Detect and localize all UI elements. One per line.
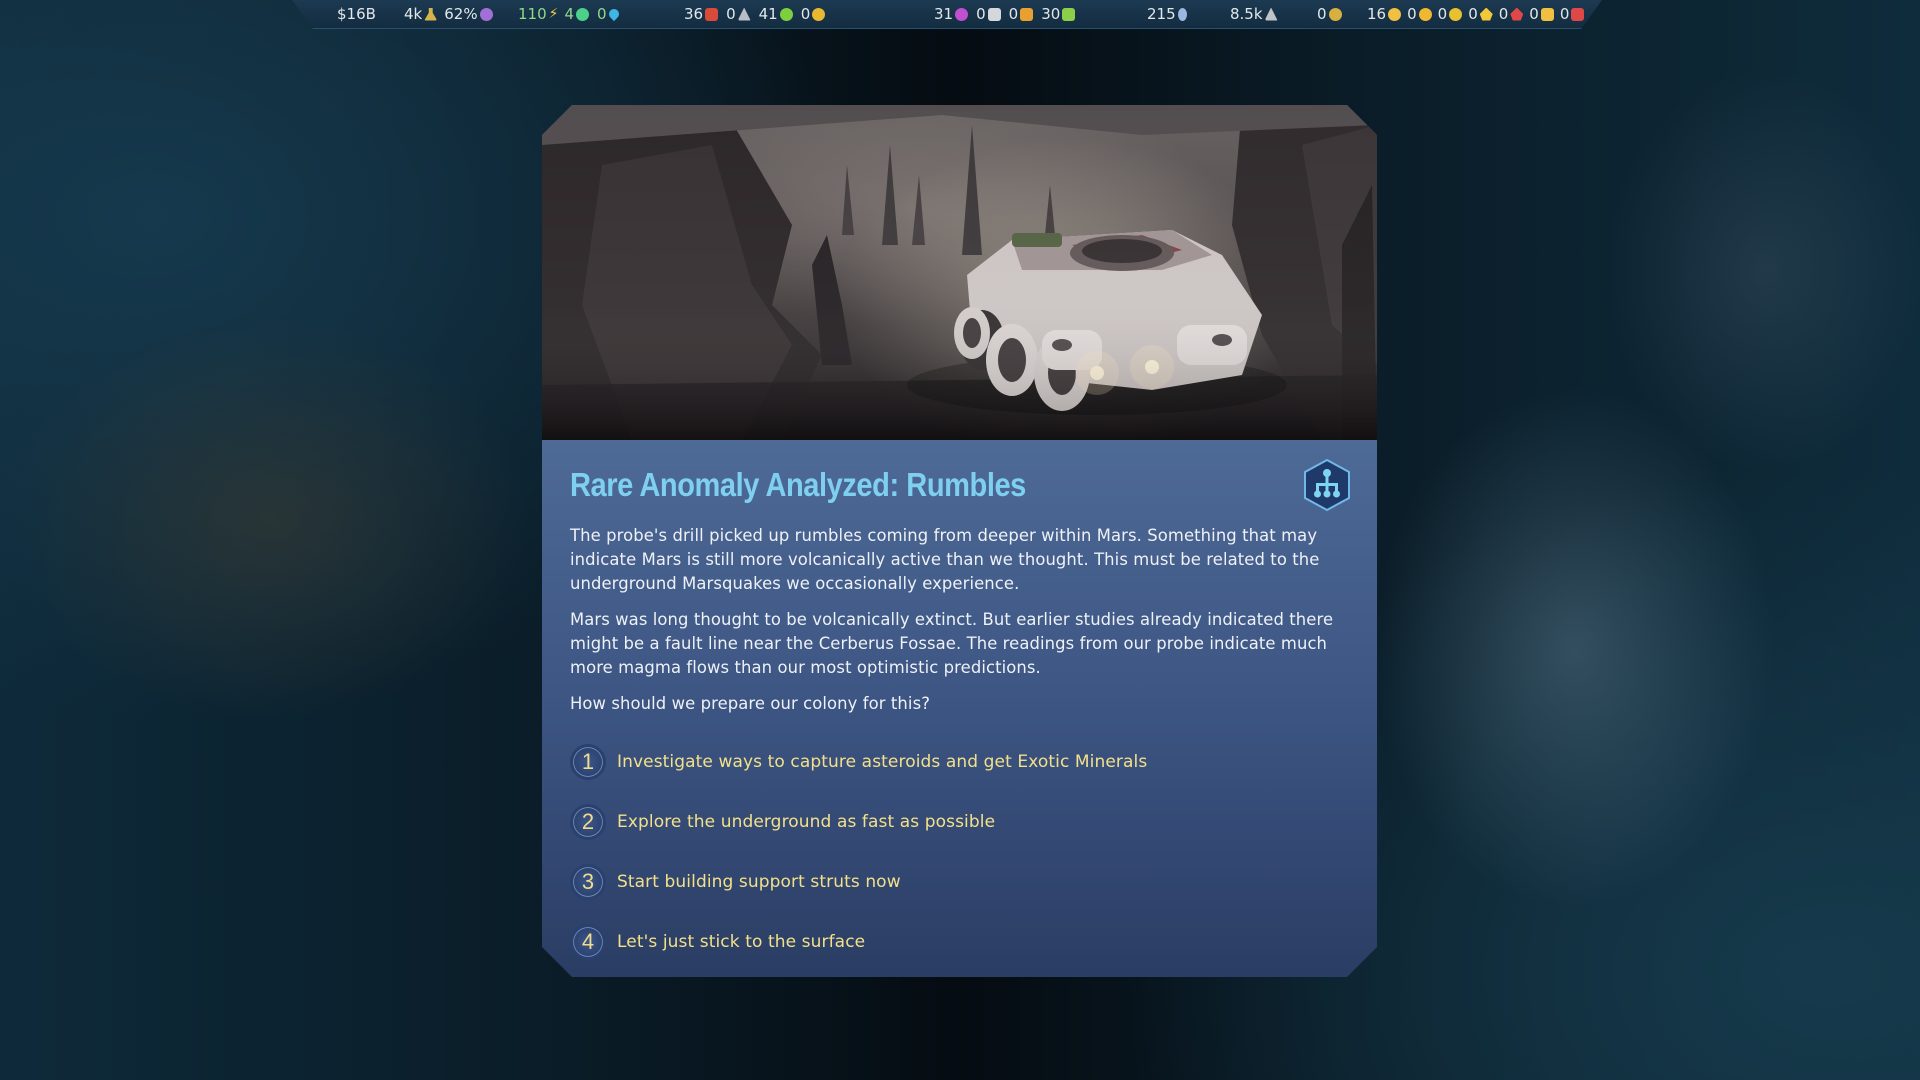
rover-illustration bbox=[542, 105, 1377, 440]
choice-label: Let's just stick to the surface bbox=[617, 932, 866, 952]
research-counter[interactable]: 4k 62% bbox=[404, 5, 493, 23]
electronics-value: 0 bbox=[1008, 5, 1019, 23]
water-value: 0 bbox=[597, 5, 607, 23]
choice-option-2[interactable]: 2 Explore the underground as fast as pos… bbox=[570, 802, 1349, 842]
drones-counter[interactable]: 8.5k bbox=[1230, 5, 1278, 23]
oxygen-icon bbox=[576, 7, 590, 21]
concrete-icon bbox=[705, 7, 719, 21]
seniors-value: 0 bbox=[1498, 5, 1509, 23]
exotic-minerals-value: 0 bbox=[1317, 5, 1327, 23]
oxygen-value: 4 bbox=[564, 5, 575, 23]
choice-label: Investigate ways to capture asteroids an… bbox=[617, 752, 1148, 772]
polymers-value: 31 bbox=[934, 5, 954, 23]
drones-value: 8.5k bbox=[1230, 5, 1263, 23]
choice-number: 1 bbox=[570, 744, 606, 780]
materials-counter-2[interactable]: 31 0 0 30 bbox=[934, 5, 1076, 23]
research-percent: 62% bbox=[444, 5, 478, 23]
choice-label: Start building support struts now bbox=[617, 872, 901, 892]
rare-metals-value: 0 bbox=[800, 5, 811, 23]
food-icon bbox=[779, 7, 793, 21]
anomaly-dialog: Rare Anomaly Analyzed: Rumbles The probe… bbox=[542, 105, 1377, 977]
choice-number: 2 bbox=[570, 804, 606, 840]
choice-number: 3 bbox=[570, 864, 606, 900]
rare-metals-icon bbox=[812, 7, 826, 21]
children-extra-value: 0 bbox=[1559, 5, 1570, 23]
homeless-icon bbox=[1449, 7, 1463, 21]
seed-icon bbox=[1177, 7, 1187, 21]
funding-counter[interactable]: $16B bbox=[337, 5, 376, 23]
flask-icon bbox=[424, 7, 438, 21]
dialog-content: Rare Anomaly Analyzed: Rumbles The probe… bbox=[542, 440, 1377, 982]
power-counter[interactable]: 110 ⚡ 4 0 bbox=[518, 5, 621, 23]
colonist-face-icon bbox=[1388, 7, 1402, 21]
research-value: 4k bbox=[404, 5, 423, 23]
power-value: 110 bbox=[518, 5, 547, 23]
title-row: Rare Anomaly Analyzed: Rumbles bbox=[570, 458, 1349, 512]
dialog-question: How should we prepare our colony for thi… bbox=[570, 694, 931, 713]
electronics-icon bbox=[1020, 7, 1034, 21]
metals-value: 0 bbox=[726, 5, 736, 23]
materials-counter-1[interactable]: 36 0 41 0 bbox=[684, 5, 826, 23]
food-value: 41 bbox=[758, 5, 778, 23]
rover-scene-art bbox=[542, 105, 1377, 440]
unemployed-icon bbox=[1418, 7, 1432, 21]
concrete-value: 36 bbox=[684, 5, 704, 23]
choice-option-1[interactable]: 1 Investigate ways to capture asteroids … bbox=[570, 742, 1349, 782]
fuel-value: 30 bbox=[1041, 5, 1061, 23]
tech-tree-icon[interactable] bbox=[1302, 458, 1352, 512]
exotic-minerals-counter[interactable]: 0 bbox=[1317, 5, 1342, 23]
choice-option-3[interactable]: 3 Start building support struts now bbox=[570, 862, 1349, 902]
choice-option-4[interactable]: 4 Let's just stick to the surface bbox=[570, 922, 1349, 962]
funding-value: $16B bbox=[337, 5, 376, 23]
tourist-icon bbox=[1479, 7, 1493, 21]
colonists-value: 16 bbox=[1367, 5, 1387, 23]
gear-icon bbox=[479, 7, 493, 21]
lightning-icon: ⚡ bbox=[548, 6, 559, 22]
body-paragraph-1: The probe's drill picked up rumbles comi… bbox=[570, 526, 1320, 593]
colonists-counter[interactable]: 16 0 0 0 0 0 0 bbox=[1367, 5, 1585, 23]
water-drop-icon bbox=[606, 6, 621, 22]
choice-label: Explore the underground as fast as possi… bbox=[617, 812, 996, 832]
senior-icon bbox=[1510, 7, 1524, 21]
drone-icon bbox=[1264, 7, 1278, 21]
seeds-value: 215 bbox=[1147, 5, 1176, 23]
tourists-value: 0 bbox=[1468, 5, 1478, 23]
children-icon bbox=[1540, 7, 1554, 21]
exotic-minerals-icon bbox=[1328, 7, 1342, 21]
dialog-title: Rare Anomaly Analyzed: Rumbles bbox=[570, 466, 1026, 503]
polymers-icon bbox=[955, 7, 969, 21]
machine-parts-value: 0 bbox=[976, 5, 986, 23]
metals-icon bbox=[737, 7, 751, 21]
body-paragraph-2: Mars was long thought to be volcanically… bbox=[570, 610, 1334, 677]
choice-number: 4 bbox=[570, 924, 606, 960]
unemployed-value: 0 bbox=[1407, 5, 1417, 23]
homeless-value: 0 bbox=[1437, 5, 1448, 23]
choice-list: 1 Investigate ways to capture asteroids … bbox=[570, 742, 1349, 962]
resource-bar: $16B 4k 62% 110 ⚡ 4 0 36 0 41 0 31 0 0 3… bbox=[292, 0, 1602, 29]
fuel-icon bbox=[1062, 7, 1076, 21]
seeds-counter[interactable]: 215 bbox=[1147, 5, 1187, 23]
children-value: 0 bbox=[1529, 5, 1539, 23]
machine-parts-icon bbox=[987, 7, 1001, 21]
medkit-icon bbox=[1571, 7, 1585, 21]
